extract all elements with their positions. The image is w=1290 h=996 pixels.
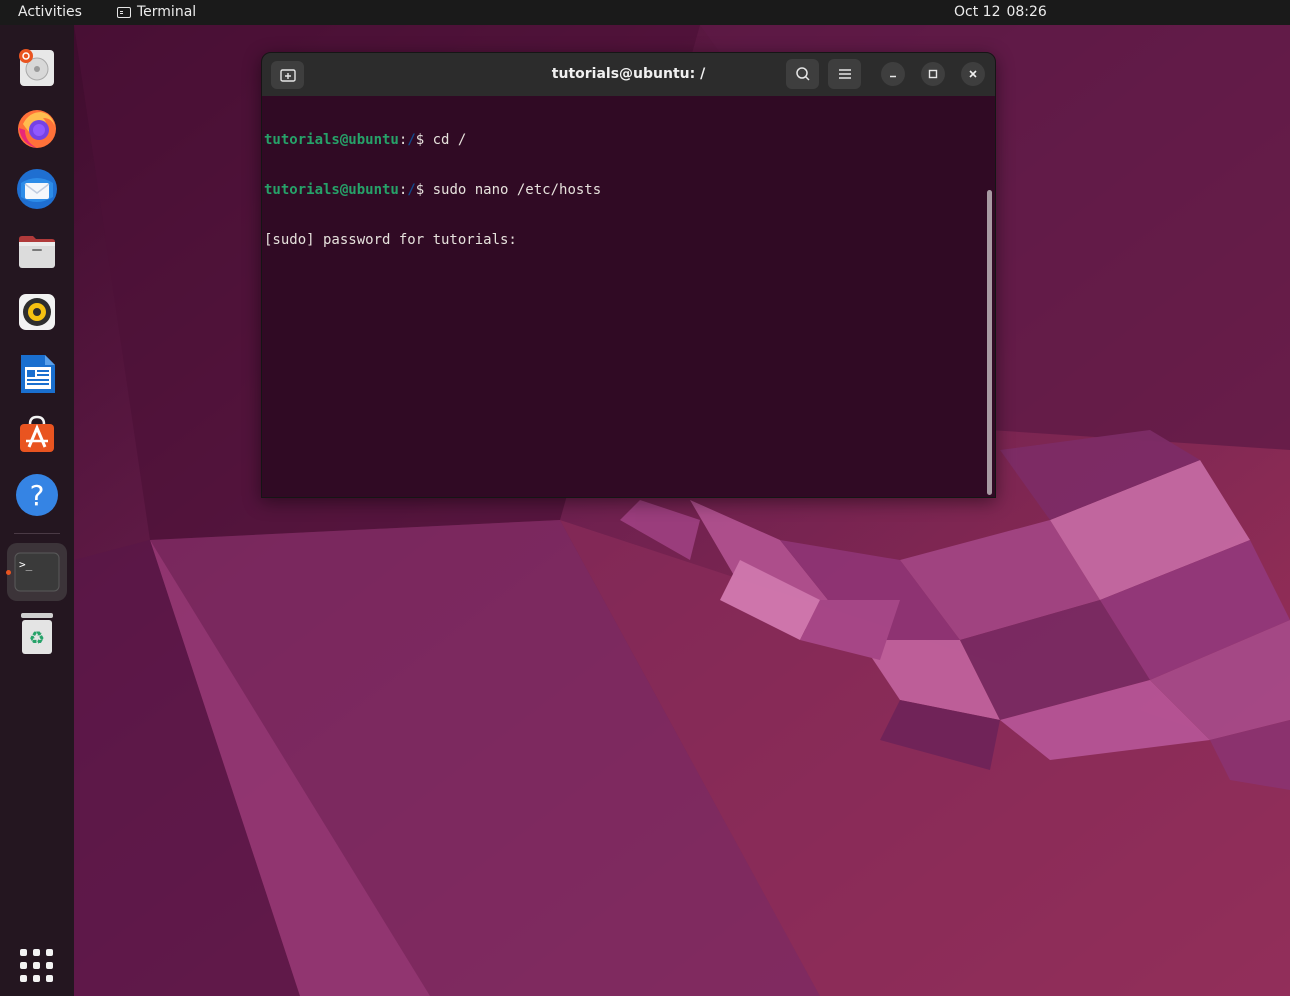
dock-separator [14, 533, 60, 534]
clock-date: Oct 12 [954, 4, 1001, 20]
prompt-user: tutorials@ubuntu [264, 131, 399, 148]
app-menu-label: Terminal [137, 4, 197, 20]
prompt-path: / [407, 131, 416, 148]
close-button[interactable] [961, 62, 985, 86]
menu-button[interactable] [828, 59, 861, 89]
close-icon [969, 70, 977, 78]
folder-icon [19, 236, 55, 268]
maximize-icon [928, 69, 938, 79]
prompt-path: / [407, 181, 416, 198]
search-icon [795, 67, 810, 81]
dock-item-writer[interactable] [7, 344, 67, 402]
svg-text:♻: ♻ [29, 628, 45, 649]
minimize-icon [890, 75, 896, 78]
apps-grid-icon [20, 949, 27, 956]
sudo-prompt: [sudo] password for tutorials: [264, 232, 517, 249]
headerbar[interactable]: tutorials@ubuntu: / [262, 53, 995, 96]
scrollbar[interactable] [987, 190, 992, 495]
prompt-user: tutorials@ubuntu [264, 181, 399, 198]
running-indicator [6, 570, 11, 575]
dock-item-firefox[interactable] [7, 99, 67, 157]
svg-text:?: ? [30, 479, 45, 512]
dock-item-files[interactable] [7, 222, 67, 280]
dock-item-thunderbird[interactable] [7, 160, 67, 218]
terminal-output[interactable]: tutorials@ubuntu:/$ cd / tutorials@ubunt… [264, 98, 983, 497]
terminal-line: [sudo] password for tutorials: [264, 232, 983, 249]
maximize-button[interactable] [921, 62, 945, 86]
show-apps-button[interactable] [20, 949, 54, 983]
command-text: $ cd / [415, 131, 467, 148]
writer-icon [21, 355, 55, 393]
activities-button[interactable]: Activities [18, 4, 82, 20]
dock-item-help[interactable]: ? [7, 466, 67, 524]
dock: ? >_ ♻ [0, 25, 74, 996]
dock-item-software[interactable] [7, 405, 67, 463]
terminal-small-icon [117, 6, 131, 18]
terminal-window[interactable]: tutorials@ubuntu: / tutorials@ubuntu:/$ … [261, 52, 996, 498]
terminal-line: tutorials@ubuntu:/$ sudo nano /etc/hosts [264, 182, 983, 199]
command-text: $ sudo nano /etc/hosts [415, 181, 602, 198]
terminal-icon: >_ [14, 552, 60, 592]
terminal-line: tutorials@ubuntu:/$ cd / [264, 132, 983, 149]
dock-item-trash[interactable]: ♻ [7, 605, 67, 663]
minimize-button[interactable] [881, 62, 905, 86]
software-icon [20, 415, 54, 452]
rhythmbox-icon [19, 294, 55, 330]
dock-item-terminal[interactable]: >_ [6, 543, 67, 601]
clock-time: 08:26 [1006, 4, 1047, 20]
thunderbird-icon [17, 169, 57, 209]
installer-icon [19, 49, 54, 86]
search-button[interactable] [786, 59, 819, 89]
dock-item-installer[interactable] [7, 38, 67, 96]
help-icon: ? [16, 474, 58, 516]
hamburger-icon [838, 69, 851, 79]
app-menu[interactable]: Terminal [117, 4, 196, 20]
firefox-icon [18, 110, 56, 148]
svg-text:>_: >_ [19, 558, 33, 571]
dock-item-rhythmbox[interactable] [7, 283, 67, 341]
top-bar: Activities Terminal Oct 12 08:26 [0, 0, 1290, 25]
trash-icon: ♻ [21, 613, 53, 654]
clock[interactable]: Oct 12 08:26 [954, 4, 1047, 20]
